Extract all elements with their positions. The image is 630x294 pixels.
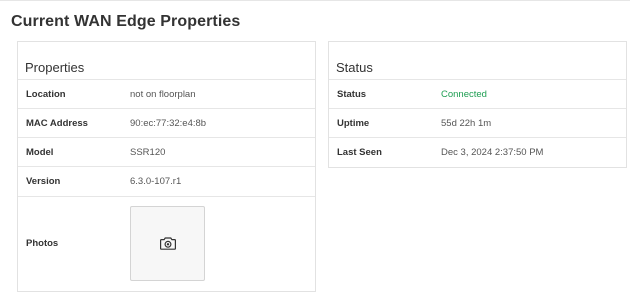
top-divider [0,0,630,1]
status-row-uptime: Uptime 55d 22h 1m [329,109,626,138]
property-row-photos: Photos [18,197,315,290]
status-label-uptime: Uptime [337,117,370,129]
property-label-photos: Photos [26,238,59,249]
status-value-uptime: 55d 22h 1m [441,117,492,129]
status-label-status: Status [337,88,367,100]
status-header: Status [329,42,626,80]
property-row-model: Model SSR120 [18,138,315,167]
status-card: Status Status Connected Uptime 55d 22h 1… [328,41,627,168]
property-value-version: 6.3.0-107.r1 [130,176,182,187]
property-label-mac-address: MAC Address [26,117,88,129]
property-label-location: Location [26,88,66,100]
add-photo-button[interactable] [130,206,205,281]
property-value-location: not on floorplan [130,88,196,100]
status-value-last-seen: Dec 3, 2024 2:37:50 PM [441,147,544,158]
property-value-model: SSR120 [130,146,166,158]
page-title: Current WAN Edge Properties [11,13,241,30]
camera-icon [159,237,176,250]
property-row-version: Version 6.3.0-107.r1 [18,167,315,197]
status-row-last-seen: Last Seen Dec 3, 2024 2:37:50 PM [329,138,626,167]
properties-header: Properties [18,42,315,80]
status-row-status: Status Connected [329,80,626,109]
status-badge: Connected [441,88,487,100]
property-label-model: Model [26,146,54,158]
property-label-version: Version [26,176,61,187]
property-value-mac-address: 90:ec:77:32:e4:8b [130,117,207,129]
property-row-location: Location not on floorplan [18,80,315,109]
status-label-last-seen: Last Seen [337,147,382,158]
property-row-mac-address: MAC Address 90:ec:77:32:e4:8b [18,109,315,138]
properties-card: Properties Location not on floorplan MAC… [17,41,316,292]
